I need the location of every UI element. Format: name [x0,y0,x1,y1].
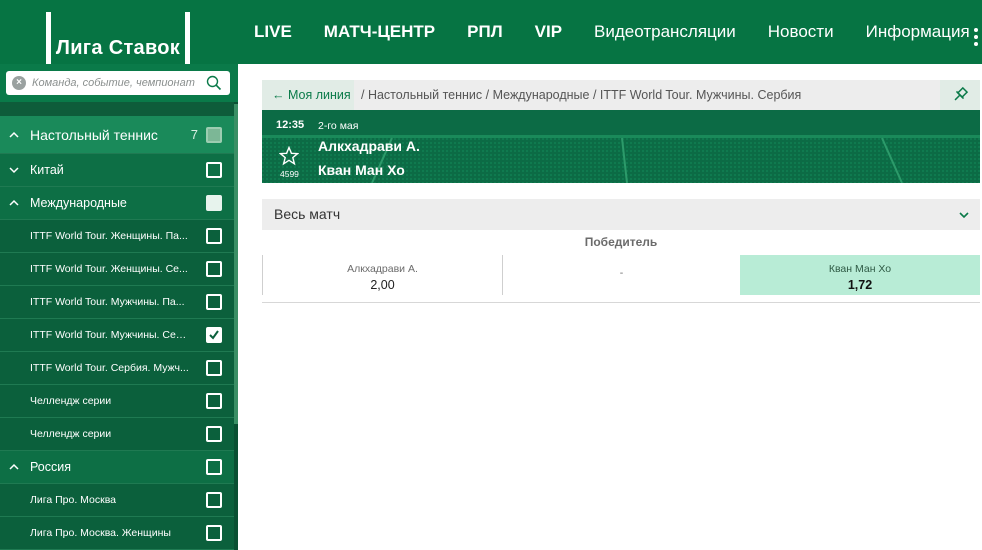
checkbox-icon[interactable] [206,228,222,244]
breadcrumb-path: / Настольный теннис / Международные / IT… [361,88,802,102]
odds-row: Алкхадрави А. 2,00 - Кван Ман Хо 1,72 [262,255,980,303]
sidebar-league[interactable]: ITTF World Tour. Женщины. Се... [0,253,234,286]
search-bar: × [0,64,238,102]
nav-rpl[interactable]: РПЛ [451,22,519,42]
checkbox-icon[interactable] [206,195,222,211]
odd-value: 2,00 [370,278,395,292]
nav-news[interactable]: Новости [752,22,850,42]
checkbox-icon[interactable] [206,393,222,409]
main-content: ← Моя линия / Настольный теннис / Междун… [238,64,982,550]
chevron-down-icon [959,212,969,219]
checkbox-icon[interactable] [206,294,222,310]
logo[interactable]: Лига Ставок [46,12,190,64]
checkbox-icon[interactable] [206,426,222,442]
odd-name: Кван Ман Хо [828,263,892,275]
logo-text: Лига Ставок [55,37,181,59]
checkbox-icon[interactable] [206,525,222,541]
pin-button[interactable] [940,80,980,110]
league-label: ITTF World Tour. Женщины. Се... [30,263,188,275]
sport-count: 7 [190,127,198,142]
search-box: × [6,71,230,95]
checkbox-icon[interactable] [206,126,222,143]
checkbox-icon[interactable] [206,492,222,508]
country-label: Международные [30,196,127,210]
sidebar-league[interactable]: ITTF World Tour. Сербия. Мужч... [0,352,234,385]
nav-match-center[interactable]: МАТЧ-ЦЕНТР [308,22,451,42]
odd-name: - [619,267,624,279]
sidebar-league[interactable]: ITTF World Tour. Мужчины. Па... [0,286,234,319]
league-label: Челлендж серии [30,395,112,407]
odd-value: 1,72 [847,278,873,292]
chevron-up-icon [9,463,19,470]
league-label: ITTF World Tour. Мужчины. Сер... [30,329,190,341]
odd-button-draw[interactable]: - [502,255,740,295]
sidebar-league[interactable]: Лига Про. Москва [0,484,234,517]
nav-live[interactable]: LIVE [238,22,308,42]
breadcrumb: ← Моя линия / Настольный теннис / Междун… [262,80,980,110]
chevron-up-icon [9,199,19,206]
nav-video[interactable]: Видеотрансляции [578,22,752,42]
sidebar-country-china[interactable]: Китай [0,154,234,187]
country-label: Китай [30,163,64,177]
checkbox-icon[interactable] [206,360,222,376]
sidebar-league-selected[interactable]: ITTF World Tour. Мужчины. Сер... [0,319,234,352]
pin-icon [954,86,969,101]
odd-name: Алкхадрави А. [347,263,418,275]
league-label: Лига Про. Москва. Женщины [30,527,171,539]
league-label: ITTF World Tour. Сербия. Мужч... [30,362,189,374]
league-label: Лига Про. Москва [30,494,117,506]
nav-info[interactable]: Информация [850,22,982,42]
league-label: Челлендж серии [30,428,112,440]
sidebar-league[interactable]: Челлендж серии [0,385,234,418]
odd-button-team1[interactable]: Алкхадрави А. 2,00 [262,255,502,295]
event-team2: Кван Ман Хо [318,162,405,178]
league-label: ITTF World Tour. Женщины. Па... [30,230,188,242]
sport-label: Настольный теннис [30,126,158,143]
sidebar-country-international[interactable]: Международные [0,187,234,220]
star-icon[interactable] [279,146,299,166]
checkbox-icon[interactable] [206,261,222,277]
search-icon[interactable] [206,75,222,91]
sidebar-country-russia[interactable]: Россия [0,451,234,484]
event-date: 2-го мая [318,120,359,132]
event-team1: Алкхадрави А. [318,138,420,154]
sidebar-league[interactable]: Челлендж серии [0,418,234,451]
sidebar-league[interactable]: Лига Про. Москва. Женщины [0,517,234,550]
back-link[interactable]: ← Моя линия [262,80,354,110]
sidebar: × Настольный теннис 7 Китай Международны… [0,64,238,550]
checkbox-icon[interactable] [206,459,222,475]
checkbox-checked-icon[interactable] [206,327,222,343]
sidebar-sport-table-tennis[interactable]: Настольный теннис 7 [0,116,234,154]
outcome-title: Победитель [584,235,658,249]
more-icon[interactable] [970,28,982,46]
league-label: ITTF World Tour. Мужчины. Па... [30,296,185,308]
odd-button-team2[interactable]: Кван Ман Хо 1,72 [740,255,980,295]
checkbox-icon[interactable] [206,162,222,178]
chevron-up-icon [9,131,19,138]
market-label: Весь матч [274,206,341,222]
top-header: Лига Ставок LIVE МАТЧ-ЦЕНТР РПЛ VIP Виде… [0,0,982,64]
clear-icon[interactable]: × [12,76,26,90]
search-input[interactable] [32,73,202,93]
market-header[interactable]: Весь матч [262,199,980,230]
nav-vip[interactable]: VIP [519,22,578,42]
event-card[interactable]: 12:35 2-го мая Алкхадрави А. Кван Ман Хо… [262,110,980,183]
country-label: Россия [30,460,71,474]
chevron-down-icon [9,167,19,174]
event-time: 12:35 [276,119,305,131]
main-nav: LIVE МАТЧ-ЦЕНТР РПЛ VIP Видеотрансляции … [238,0,982,64]
event-id: 4599 [280,169,299,179]
sidebar-league[interactable]: ITTF World Tour. Женщины. Па... [0,220,234,253]
